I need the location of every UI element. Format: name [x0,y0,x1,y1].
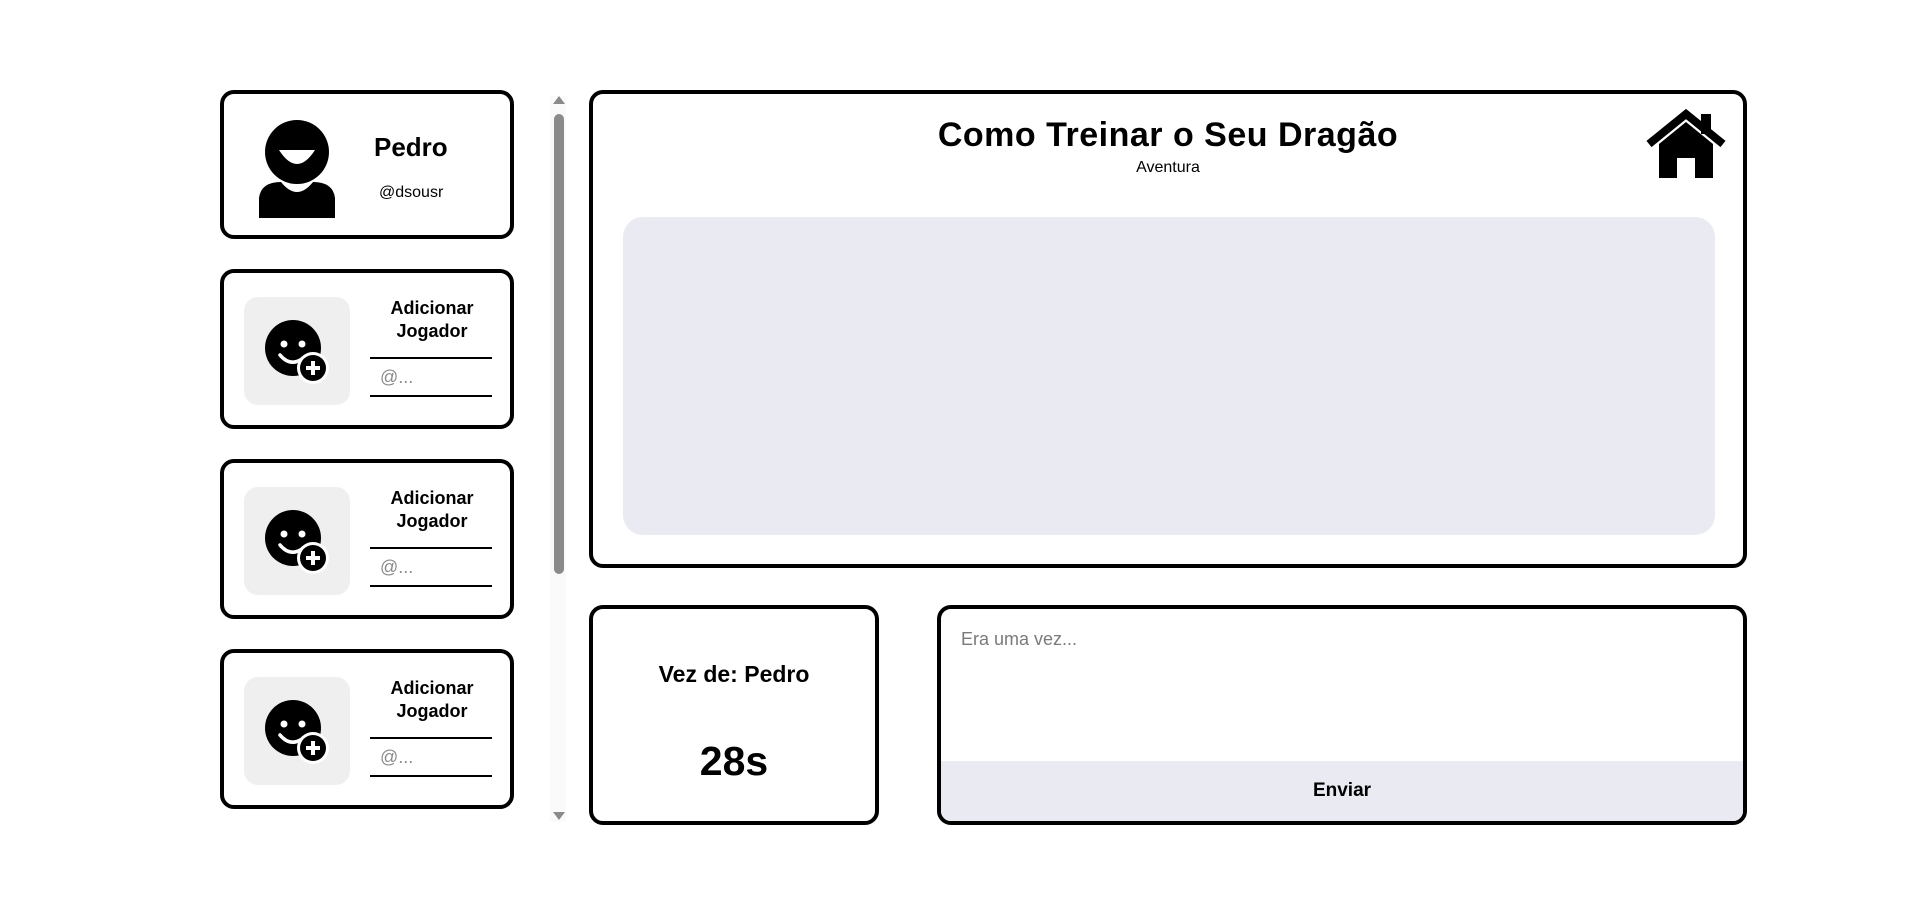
story-composer: Enviar [937,605,1747,825]
add-player-title: Adicionar Jogador [390,488,474,531]
player-handle-input[interactable] [370,547,492,587]
add-player-title: Adicionar Jogador [390,678,474,721]
story-genre: Aventura [1136,159,1200,176]
add-user-face-icon [265,320,329,384]
profile-handle: @dsousr [379,184,444,201]
profile-name: Pedro [374,132,448,162]
profile-card: Pedro @dsousr [220,90,514,239]
add-player-icon-box[interactable] [244,487,350,595]
story-panel: Como Treinar o Seu Dragão Aventura [589,90,1747,568]
scroll-up-arrow-icon[interactable] [553,96,565,104]
add-player-icon-box[interactable] [244,297,350,405]
scroll-down-arrow-icon[interactable] [553,812,565,820]
player-handle-input[interactable] [370,737,492,777]
story-input[interactable] [941,609,1743,759]
turn-label: Vez de: Pedro [658,661,810,687]
add-player-card: Adicionar Jogador [220,649,514,809]
user-avatar-icon [259,120,335,218]
add-user-face-icon [265,510,329,574]
send-button[interactable]: Enviar [941,761,1743,821]
add-user-face-icon [265,700,329,764]
scrollbar-thumb[interactable] [554,114,564,574]
home-icon[interactable] [1645,108,1727,180]
player-handle-input[interactable] [370,357,492,397]
add-player-title: Adicionar Jogador [390,298,474,341]
turn-timer: 28s [699,738,769,784]
turn-panel: Vez de: Pedro 28s [589,605,879,825]
add-player-icon-box[interactable] [244,677,350,785]
add-player-card: Adicionar Jogador [220,269,514,429]
add-player-card: Adicionar Jogador [220,459,514,619]
story-title: Como Treinar o Seu Dragão [937,116,1399,154]
story-text-area [623,217,1715,535]
